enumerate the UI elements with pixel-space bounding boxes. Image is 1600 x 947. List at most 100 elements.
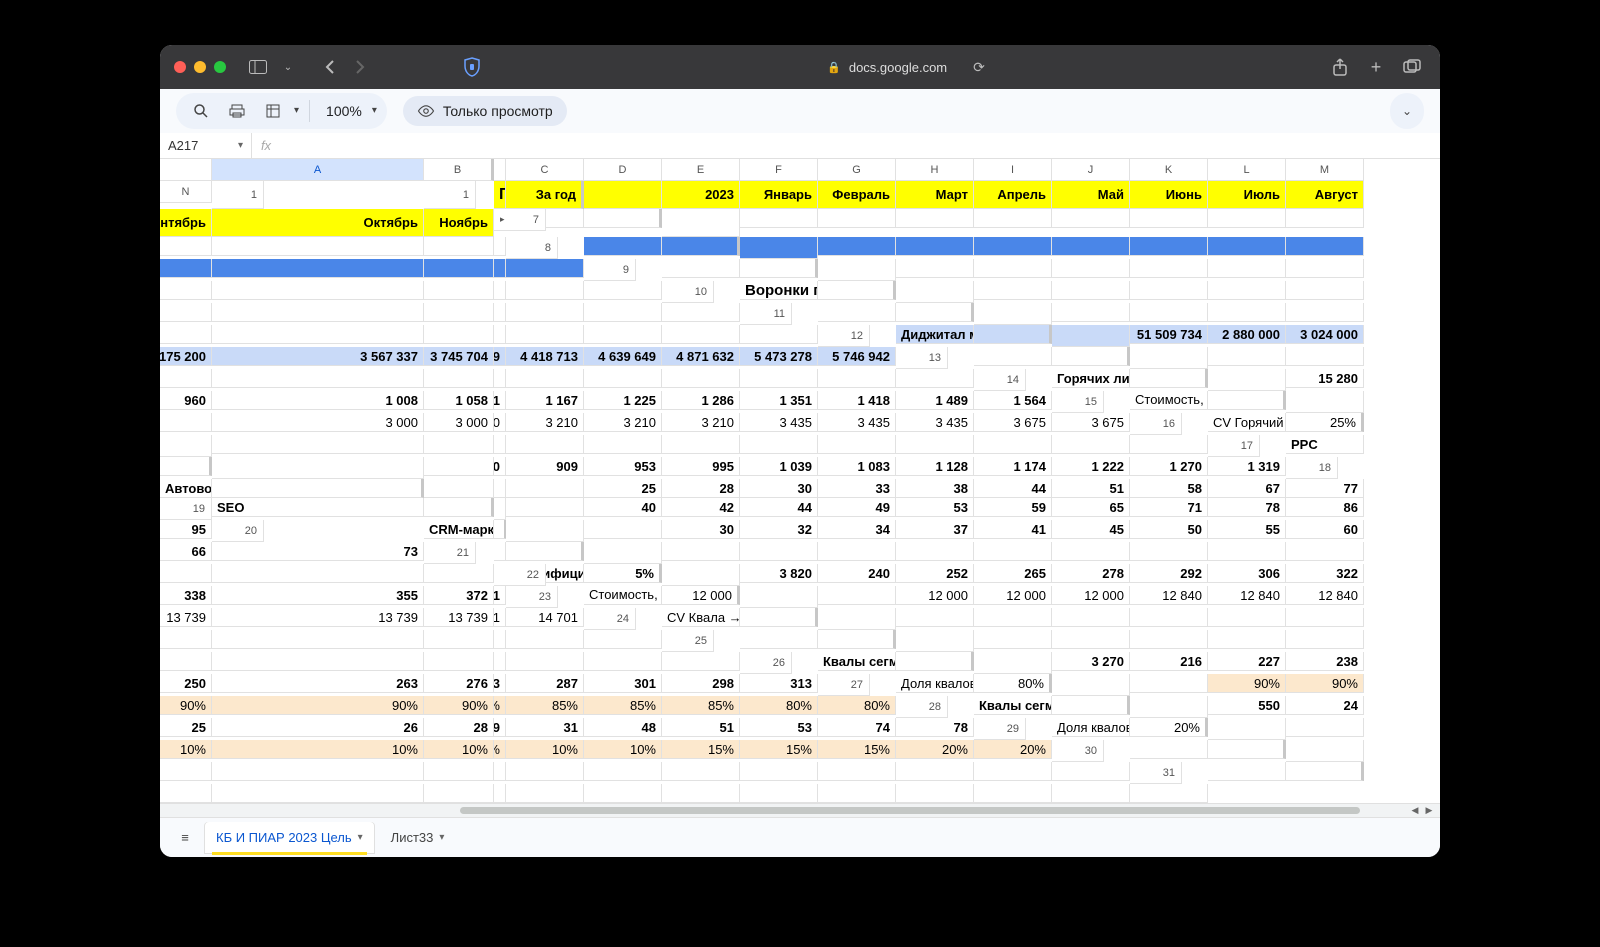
cell-value[interactable]: 74	[818, 718, 896, 737]
cell-value[interactable]	[506, 369, 584, 388]
cell-value[interactable]	[212, 259, 424, 278]
cell-value[interactable]: 10%	[160, 740, 212, 759]
cell-value[interactable]	[974, 762, 1052, 781]
cell-value[interactable]: 5 746 942	[818, 347, 896, 366]
month-header[interactable]: Май	[1052, 181, 1130, 209]
cell-value[interactable]	[1208, 303, 1286, 322]
cell-value[interactable]	[896, 259, 974, 278]
month-header[interactable]: 2023	[662, 181, 740, 209]
cell-value[interactable]: 1 039	[740, 457, 818, 476]
cell-value[interactable]	[974, 237, 1052, 256]
cell-b[interactable]	[662, 237, 740, 256]
cell-label[interactable]: Квалы сегмент 2	[974, 696, 1052, 715]
cell-value[interactable]: 3 675	[1052, 413, 1130, 432]
minimize-window[interactable]	[194, 61, 206, 73]
cell-value[interactable]: 53	[896, 498, 974, 517]
cell-label[interactable]: Доля квалов	[1052, 718, 1130, 737]
cell-value[interactable]	[1130, 303, 1208, 322]
column-header[interactable]: C	[506, 159, 584, 181]
cell-value[interactable]: 1 286	[662, 391, 740, 410]
cell-value[interactable]	[662, 784, 740, 803]
cell-value[interactable]: 85%	[506, 696, 584, 715]
cell-value[interactable]: 48	[584, 718, 662, 737]
cell-value[interactable]	[212, 237, 424, 256]
cell-value[interactable]: 3 675	[974, 413, 1052, 432]
cell-label[interactable]	[740, 630, 818, 649]
cell-value[interactable]	[506, 652, 584, 671]
cell-value[interactable]	[974, 209, 1052, 228]
cell-value[interactable]	[212, 303, 424, 322]
cell-value[interactable]: 90%	[424, 696, 494, 715]
row-header[interactable]: 14	[974, 369, 1026, 391]
cell-b[interactable]	[740, 608, 818, 627]
back-button[interactable]	[316, 54, 344, 80]
cell-value[interactable]	[1286, 281, 1364, 300]
month-header[interactable]: Апрель	[974, 181, 1052, 209]
row-header[interactable]: 29	[974, 718, 1026, 740]
cell-value[interactable]	[818, 237, 896, 256]
cell-value[interactable]	[160, 281, 212, 300]
name-box[interactable]: A217 ▾	[160, 133, 252, 158]
sidebar-toggle-icon[interactable]	[244, 54, 272, 80]
cell-value[interactable]: 55	[1208, 520, 1286, 539]
column-header[interactable]: I	[974, 159, 1052, 181]
cell-value[interactable]: 28	[662, 479, 740, 498]
maximize-window[interactable]	[214, 61, 226, 73]
cell-value[interactable]	[1208, 630, 1286, 649]
cell-value[interactable]	[1052, 435, 1130, 454]
column-header[interactable]: E	[662, 159, 740, 181]
sheet-tab[interactable]: Лист33 ▾	[379, 822, 457, 854]
cell-value[interactable]	[1286, 608, 1364, 627]
cell-value[interactable]: 12 000	[974, 586, 1052, 605]
cell-value[interactable]: 29	[494, 718, 506, 737]
cell-value[interactable]	[506, 762, 584, 781]
row-header[interactable]: 17	[1208, 435, 1260, 457]
cell-value[interactable]	[494, 303, 506, 322]
cell-value[interactable]	[494, 237, 506, 256]
cell-value[interactable]	[424, 784, 494, 803]
cell-label[interactable]: SEO	[212, 498, 424, 517]
cell-value[interactable]	[1052, 281, 1130, 300]
cell-value[interactable]: 240	[818, 564, 896, 583]
page-title[interactable]: Продажи 2023	[494, 181, 506, 209]
cell-value[interactable]	[506, 479, 584, 498]
cell-value[interactable]	[584, 369, 662, 388]
cell-value[interactable]: 1 489	[896, 391, 974, 410]
month-header[interactable]: Июнь	[1130, 181, 1208, 209]
cell-value[interactable]	[1130, 630, 1208, 649]
cell-value[interactable]: 40	[584, 498, 662, 517]
cell-b[interactable]: 20%	[1130, 718, 1208, 737]
row-header[interactable]: 21	[424, 542, 476, 564]
cell-value[interactable]: 71	[1130, 498, 1208, 517]
cell-label[interactable]: Автоворонки	[160, 479, 212, 498]
column-header[interactable]: L	[1208, 159, 1286, 181]
cell-b[interactable]	[818, 630, 896, 649]
cell-value[interactable]	[1052, 542, 1130, 561]
cell-value[interactable]	[1208, 347, 1286, 366]
cell-value[interactable]: 25	[584, 479, 662, 498]
cell-value[interactable]: 12 000	[1052, 586, 1130, 605]
cell-value[interactable]	[160, 237, 212, 256]
cell-b[interactable]	[896, 303, 974, 322]
cell-value[interactable]: 37	[896, 520, 974, 539]
cell-b[interactable]	[974, 325, 1052, 344]
cell-value[interactable]	[494, 325, 506, 344]
cell-value[interactable]: 1 418	[818, 391, 896, 410]
url-bar[interactable]: 🔒 docs.google.com ⟳	[494, 59, 1318, 76]
column-header[interactable]: D	[584, 159, 662, 181]
cell-value[interactable]	[896, 542, 974, 561]
search-icon[interactable]	[186, 96, 216, 126]
cell-value[interactable]	[974, 259, 1052, 278]
cell-value[interactable]: 5 473 278	[740, 347, 818, 366]
cell-value[interactable]	[212, 630, 424, 649]
cell-value[interactable]	[424, 435, 494, 454]
cell-value[interactable]	[662, 369, 740, 388]
cell-value[interactable]	[818, 435, 896, 454]
scroll-right-icon[interactable]: ▶	[1422, 804, 1436, 817]
cell-value[interactable]	[424, 457, 494, 476]
cell-value[interactable]	[506, 498, 584, 517]
cell-value[interactable]	[160, 564, 212, 583]
cell-value[interactable]: 14 701	[506, 608, 584, 627]
cell-value[interactable]: 85%	[584, 696, 662, 715]
cell-value[interactable]	[1286, 718, 1364, 737]
